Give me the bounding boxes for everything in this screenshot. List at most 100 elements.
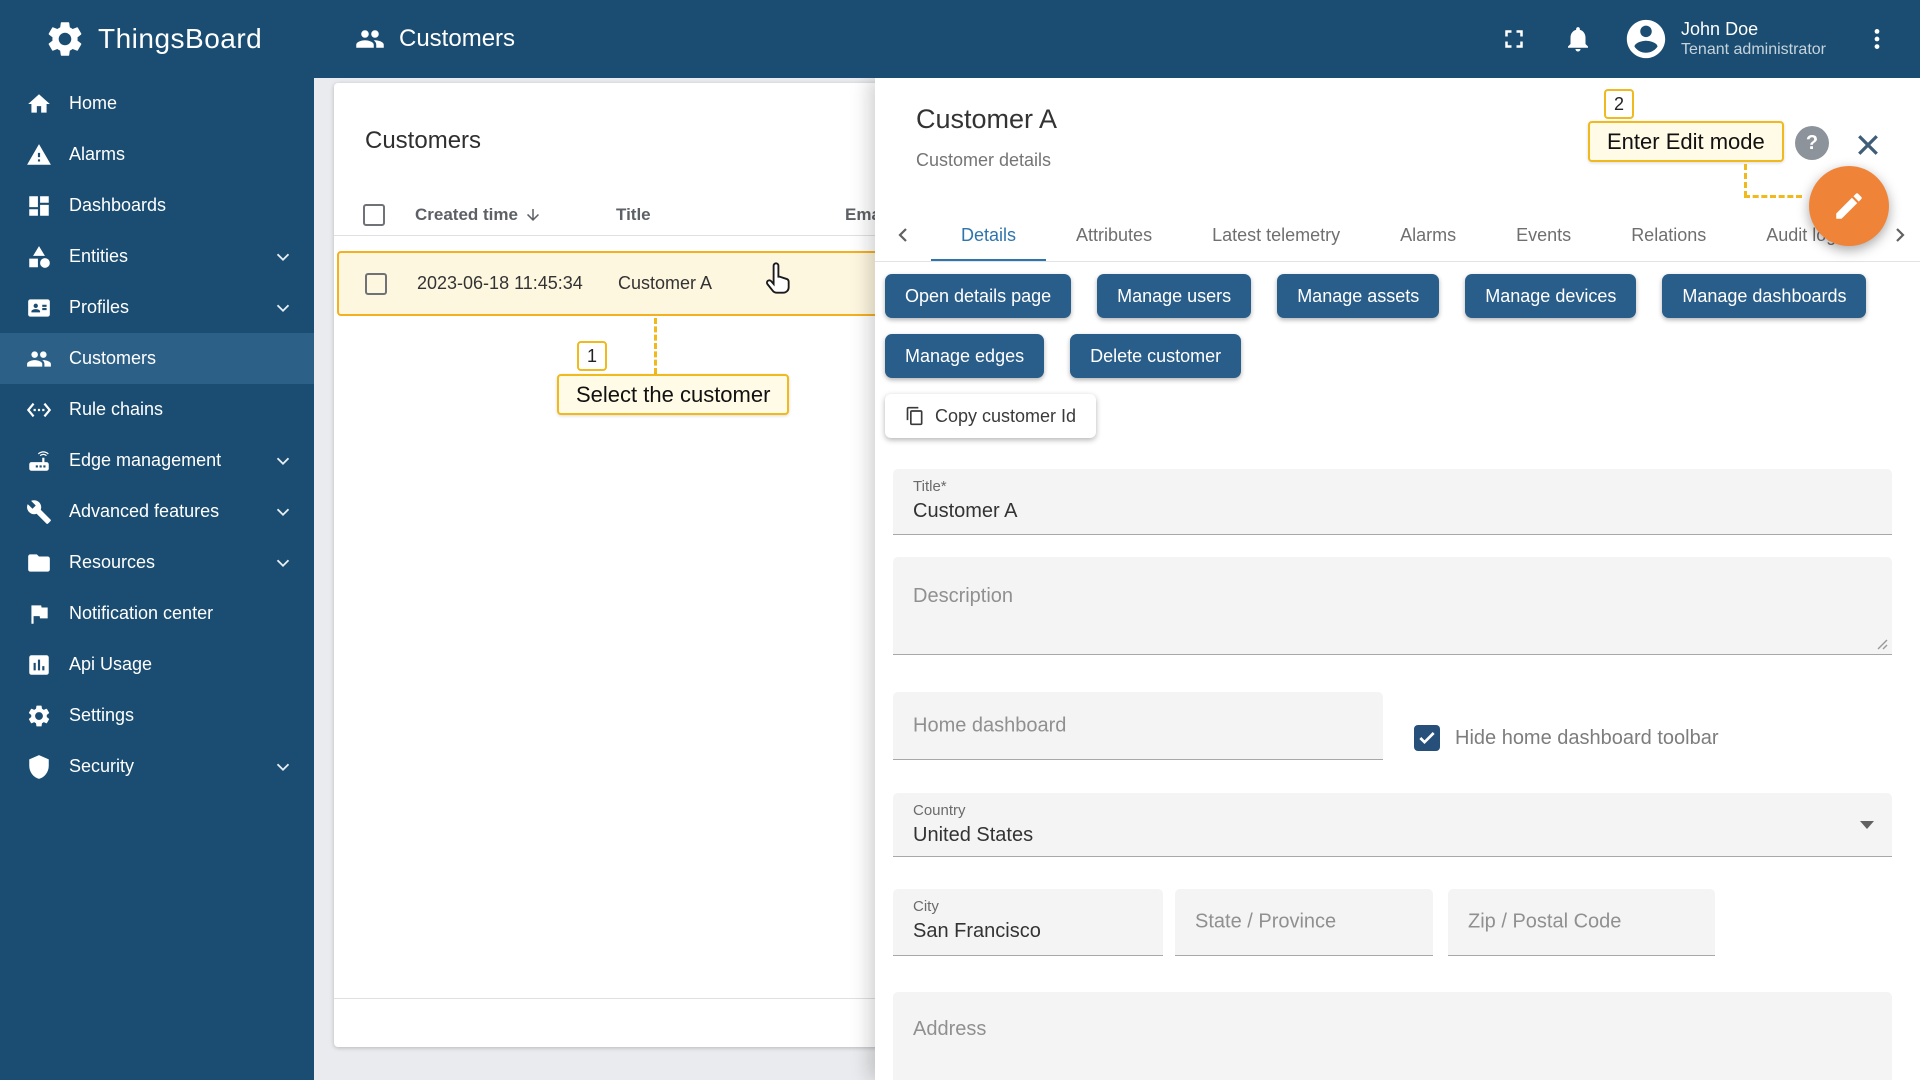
user-name: John Doe: [1681, 18, 1759, 39]
sidebar-item-label: Api Usage: [69, 654, 153, 674]
hide-toolbar-checkbox[interactable]: [1414, 725, 1440, 751]
chevron-down-icon: [276, 508, 290, 516]
header-actions: John Doe Tenant administrator: [1499, 0, 1890, 78]
resize-grip-icon[interactable]: [1876, 638, 1888, 650]
country-value: United States: [913, 824, 1034, 846]
warning-icon: [27, 143, 51, 165]
advanced-features-icon: [27, 499, 51, 524]
user-role: Tenant administrator: [1681, 41, 1826, 59]
brand-name: ThingsBoard: [98, 23, 263, 54]
sidebar-item-label: Advanced features: [69, 501, 220, 521]
manage-assets-button[interactable]: Manage assets: [1277, 274, 1440, 318]
customers-icon: [27, 350, 51, 367]
close-icon[interactable]: [1853, 130, 1883, 160]
sidebar-item-rule-chains[interactable]: Rule chains: [0, 384, 314, 435]
help-icon[interactable]: ?: [1795, 126, 1829, 160]
city-value: San Francisco: [913, 920, 1041, 942]
app-root: Customers John Doe Tenant administrator …: [0, 0, 1920, 1080]
callout1-connector-line: [654, 318, 657, 374]
state-placeholder: State / Province: [1195, 910, 1337, 933]
sidebar-item-label: Rule chains: [69, 399, 164, 419]
tab-attributes[interactable]: Attributes: [1046, 208, 1182, 262]
tab-latest-telemetry[interactable]: Latest telemetry: [1182, 208, 1370, 262]
copy-customer-id-button[interactable]: Copy customer Id: [885, 394, 1097, 438]
sidebar-item-customers[interactable]: Customers: [0, 333, 314, 384]
table-title: Customers: [365, 127, 482, 154]
sidebar-item-notification-center[interactable]: Notification center: [0, 588, 314, 639]
sidebar: ThingsBoard Home Alarms Dashboards Entit…: [0, 0, 314, 1080]
pencil-icon: [1836, 193, 1862, 219]
sidebar-item-dashboards[interactable]: Dashboards: [0, 180, 314, 231]
title-field[interactable]: Title* Customer A: [893, 469, 1892, 535]
tab-relations[interactable]: Relations: [1601, 208, 1736, 262]
copy-icon: [906, 406, 923, 426]
panel-tabs: Details Attributes Latest telemetry Alar…: [931, 208, 1886, 262]
manage-devices-button[interactable]: Manage devices: [1465, 274, 1637, 318]
tabs-scroll-right-icon[interactable]: [1888, 223, 1912, 247]
sidebar-item-api-usage[interactable]: Api Usage: [0, 639, 314, 690]
chevron-down-icon: [276, 457, 290, 465]
avatar[interactable]: [1623, 16, 1669, 62]
zip-field[interactable]: Zip / Postal Code: [1448, 889, 1715, 956]
sidebar-item-advanced-features[interactable]: Advanced features: [0, 486, 314, 537]
city-field[interactable]: City San Francisco: [893, 889, 1163, 956]
title-field-label: Title*: [913, 478, 947, 495]
dashboards-icon: [29, 195, 49, 216]
sidebar-item-profiles[interactable]: Profiles: [0, 282, 314, 333]
more-vert-icon[interactable]: [1864, 24, 1890, 54]
sidebar-item-label: Resources: [69, 552, 156, 572]
tab-details[interactable]: Details: [931, 208, 1046, 262]
chevron-down-icon: [276, 304, 290, 312]
flag-icon: [31, 604, 48, 624]
edit-fab-button[interactable]: [1809, 166, 1889, 246]
sidebar-item-entities[interactable]: Entities: [0, 231, 314, 282]
sidebar-item-home[interactable]: Home: [0, 78, 314, 129]
sidebar-item-alarms[interactable]: Alarms: [0, 129, 314, 180]
tab-events[interactable]: Events: [1486, 208, 1601, 262]
state-field[interactable]: State / Province: [1175, 889, 1433, 956]
cell-title: Customer A: [618, 273, 713, 293]
callout1-label: Select the customer: [557, 374, 790, 415]
manage-edges-button[interactable]: Manage edges: [885, 334, 1045, 378]
column-header-created-time[interactable]: Created time: [415, 205, 542, 225]
callout2-number: 2: [1604, 89, 1634, 119]
tabs-scroll-left-icon[interactable]: [891, 223, 915, 247]
manage-dashboards-button[interactable]: Manage dashboards: [1662, 274, 1867, 318]
callout2-label: Enter Edit mode: [1588, 121, 1784, 162]
sidebar-item-resources[interactable]: Resources: [0, 537, 314, 588]
column-label: Title: [616, 205, 651, 224]
country-select[interactable]: Country United States: [893, 793, 1892, 857]
chart-icon: [29, 654, 49, 675]
sidebar-item-edge-management[interactable]: Edge management: [0, 435, 314, 486]
open-details-page-button[interactable]: Open details page: [885, 274, 1072, 318]
callout2-connector-vertical: [1744, 164, 1747, 197]
delete-customer-button[interactable]: Delete customer: [1070, 334, 1242, 378]
folder-icon: [28, 553, 50, 572]
description-field[interactable]: Description: [893, 557, 1892, 655]
brand-logo[interactable]: ThingsBoard: [0, 0, 314, 78]
column-header-title[interactable]: Title: [616, 205, 651, 225]
fullscreen-icon[interactable]: [1499, 24, 1529, 54]
select-all-checkbox[interactable]: [363, 204, 385, 226]
chevron-down-icon: [276, 253, 290, 261]
entities-icon: [29, 245, 50, 268]
panel-title: Customer A: [916, 104, 1058, 134]
hide-toolbar-label: Hide home dashboard toolbar: [1455, 727, 1719, 749]
sidebar-item-label: Alarms: [69, 144, 126, 164]
tab-alarms[interactable]: Alarms: [1370, 208, 1486, 262]
panel-subtitle: Customer details: [916, 150, 1052, 170]
address-field[interactable]: Address: [893, 992, 1892, 1080]
sidebar-item-security[interactable]: Security: [0, 741, 314, 792]
check-icon: [1419, 732, 1435, 745]
manage-users-button[interactable]: Manage users: [1097, 274, 1252, 318]
profiles-icon: [28, 298, 50, 317]
rule-chains-icon: [26, 402, 52, 417]
home-dashboard-field[interactable]: Home dashboard: [893, 692, 1383, 760]
row-checkbox[interactable]: [365, 273, 387, 295]
sidebar-item-settings[interactable]: Settings: [0, 690, 314, 741]
action-buttons: Open details page Manage users Manage as…: [885, 274, 1895, 378]
sidebar-item-label: Edge management: [69, 450, 222, 470]
callout1-number: 1: [577, 341, 607, 371]
sidebar-item-label: Dashboards: [69, 195, 167, 215]
notifications-bell-icon[interactable]: [1563, 24, 1593, 54]
